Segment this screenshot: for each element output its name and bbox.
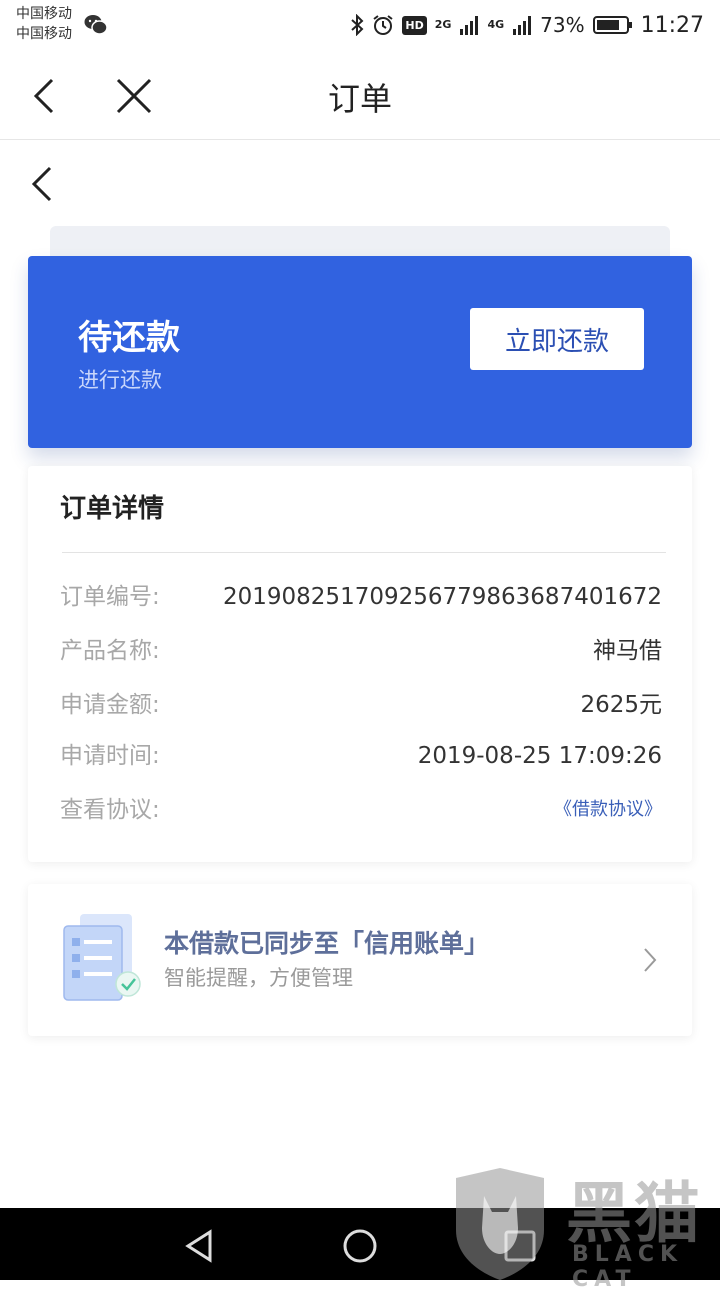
detail-row-apply-time: 申请时间: 2019-08-25 17:09:26 [60,738,662,774]
row-label: 查看协议: [60,797,160,823]
order-details-card: 订单详情 订单编号: 20190825170925677986368740​16… [28,466,692,862]
page-back-arrow-icon[interactable] [28,164,58,204]
page-title: 订单 [327,80,392,118]
detail-row-product-name: 产品名称: 神马借 [60,633,662,669]
signal-icon-2 [513,16,532,35]
row-value: 20190825170925677986368740​1672 [223,584,662,610]
details-title: 订单详情 [60,494,165,524]
repay-now-button[interactable]: 立即还款 [470,308,644,370]
status-indicators: HD 2G 4G 73% 11:27 [350,10,704,40]
alarm-icon [373,15,394,35]
signal-icon [460,16,479,35]
sync-subtitle: 智能提醒，方便管理 [164,966,353,990]
battery-icon [592,16,632,34]
status-title: 待还款 [78,318,180,358]
row-label: 订单编号: [60,584,160,610]
credit-bill-sync-card[interactable]: 本借款已同步至「信用账单」 智能提醒，方便管理 [28,884,692,1036]
top-nav-bar: 订单 [0,50,720,140]
wechat-icon [84,15,108,35]
bill-document-icon [63,914,141,1001]
detail-row-agreement: 查看协议: 《借款协议》 [60,792,662,828]
row-value: 神马借 [593,638,662,664]
row-label: 申请时间: [60,743,160,769]
repayment-status-card: 待还款 进行还款 立即还款 [28,256,692,448]
clock: 11:27 [640,12,704,38]
details-divider [62,552,666,553]
battery-percent: 73% [540,13,585,37]
status-bar: 中国移动 中国移动 HD 2G 4G 73% 11:27 [0,0,720,50]
network-2g-label: 2G [434,18,452,31]
nav-home-circle-icon[interactable] [340,1226,380,1266]
black-cat-logo-icon [456,1168,544,1280]
row-label: 申请金额: [60,692,160,718]
watermark-en-text: BLACK CAT [572,1242,684,1292]
carrier-1: 中国移动 [16,6,72,22]
carrier-labels: 中国移动 中国移动 [16,4,72,44]
detail-row-amount: 申请金额: 2625元 [60,687,662,723]
bluetooth-icon [351,14,364,36]
sync-title: 本借款已同步至「信用账单」 [164,929,490,958]
row-value: 2019-08-25 17:09:26 [417,743,662,769]
row-label: 产品名称: [60,638,160,664]
carrier-2: 中国移动 [16,26,72,42]
status-subtitle: 进行还款 [78,368,162,392]
network-4g-label: 4G [487,18,505,31]
black-cat-watermark: 黑猫 BLACK CAT [448,1160,720,1292]
loan-agreement-link[interactable]: 《借款协议》 [554,792,662,828]
row-value: 2625元 [580,692,662,718]
detail-row-order-number: 订单编号: 20190825170925677986368740​1672 [60,579,662,615]
chevron-right-icon [644,948,657,972]
nav-back-triangle-icon[interactable] [180,1226,220,1266]
hd-badge: HD [402,15,427,35]
